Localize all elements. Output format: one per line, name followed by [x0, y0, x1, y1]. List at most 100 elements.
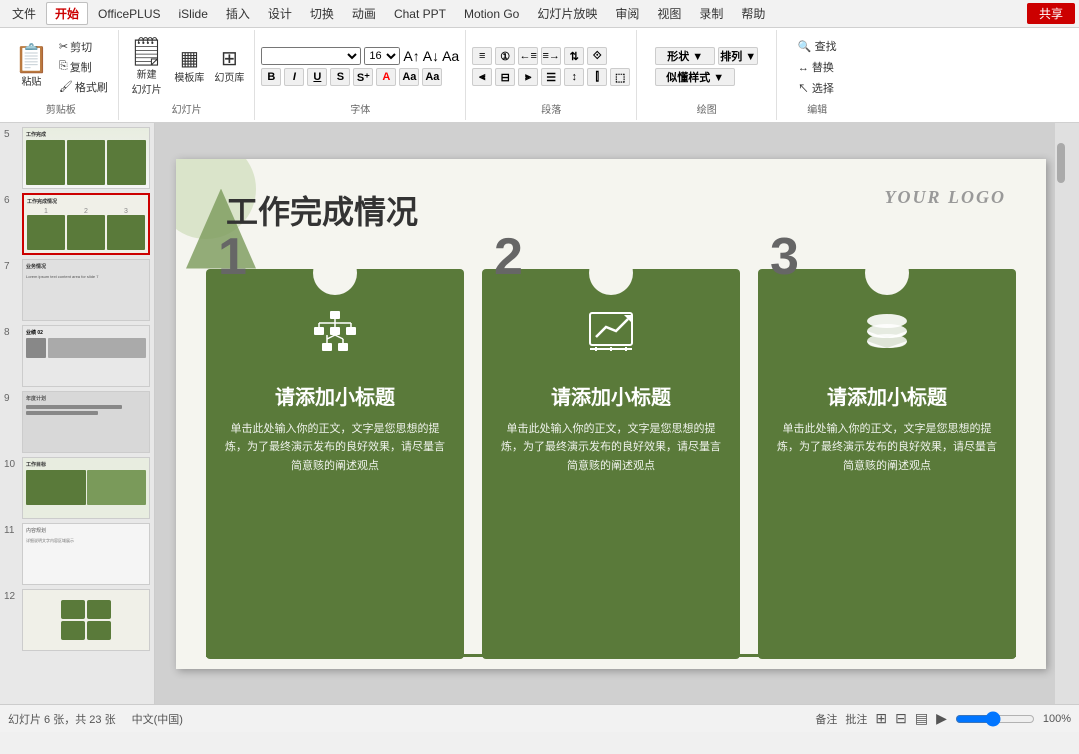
menu-motion[interactable]: Motion Go: [456, 5, 527, 23]
font-size-select[interactable]: 16: [364, 47, 400, 65]
text-box-button[interactable]: ⬚: [610, 68, 630, 86]
share-button[interactable]: 共享: [1027, 3, 1075, 24]
slide-num-5: 5: [4, 127, 18, 140]
slide-thumb-12[interactable]: 12: [4, 589, 150, 651]
menu-review[interactable]: 审阅: [607, 3, 647, 24]
col-button[interactable]: ⫿: [587, 68, 607, 86]
zoom-slider[interactable]: [955, 711, 1035, 727]
font-size2-button[interactable]: Aa: [422, 68, 442, 86]
new-slide-button[interactable]: 🗒 新建 幻灯片: [125, 36, 169, 98]
align-left-button[interactable]: ⫷: [472, 68, 492, 86]
underline-button[interactable]: U: [307, 68, 327, 86]
menu-transition[interactable]: 切换: [302, 3, 342, 24]
font-family-select[interactable]: [261, 47, 361, 65]
menu-islide[interactable]: iSlide: [171, 5, 216, 23]
font-clear-icon[interactable]: Aa: [442, 48, 459, 64]
menu-chatppt[interactable]: Chat PPT: [386, 5, 454, 23]
reading-view-icon[interactable]: ▤: [915, 710, 928, 727]
copy-button[interactable]: ⎘ 复制: [55, 58, 112, 76]
quick-styles-button[interactable]: 似懂样式 ▼: [655, 68, 735, 86]
slide-thumb-11[interactable]: 11 内容规划 详细说明文字内容区域展示: [4, 523, 150, 585]
slide-img-10[interactable]: 工作目标: [22, 457, 150, 519]
slide-thumb-10[interactable]: 10 工作目标: [4, 457, 150, 519]
card-1-text[interactable]: 单击此处输入你的正文，文字是您思想的提炼，为了最终演示发布的良好效果，请尽量言简…: [222, 420, 448, 476]
align-center-button[interactable]: ⊟: [495, 68, 515, 86]
slide-thumb-7[interactable]: 7 业务情况 Lorem ipsum text content area for…: [4, 259, 150, 321]
char-spacing-button[interactable]: Aa: [399, 68, 419, 86]
shapes-button[interactable]: 形状 ▼: [655, 47, 715, 65]
line-spacing-button[interactable]: ↕: [564, 68, 584, 86]
vertical-scrollbar[interactable]: [1055, 123, 1067, 704]
card-3-text[interactable]: 单击此处输入你的正文，文字是您思想的提炼，为了最终演示发布的良好效果，请尽量言简…: [774, 420, 1000, 476]
italic-button[interactable]: I: [284, 68, 304, 86]
find-button[interactable]: 🔍 查找: [794, 37, 841, 55]
indent-decrease-button[interactable]: ←≡: [518, 47, 538, 65]
format-painter-button[interactable]: 🖌 格式刷: [55, 78, 112, 96]
bullet-list-button[interactable]: ≡: [472, 47, 492, 65]
slide-thumb-8[interactable]: 8 业绩 02: [4, 325, 150, 387]
card-1-subtitle[interactable]: 请添加小标题: [275, 381, 395, 410]
slide-thumb-5[interactable]: 5 工作完成: [4, 127, 150, 189]
status-bar: 幻灯片 6 张，共 23 张 中文(中国) 备注 批注 ⊞ ⊟ ▤ ▶ 100%: [0, 704, 1079, 732]
normal-view-icon[interactable]: ⊞: [875, 710, 887, 727]
font-increase-icon[interactable]: A↑: [403, 48, 419, 64]
numbered-list-button[interactable]: ①: [495, 47, 515, 65]
page-template-button[interactable]: ⊞ 幻页库: [210, 47, 248, 86]
slide-img-11[interactable]: 内容规划 详细说明文字内容区域展示: [22, 523, 150, 585]
menu-animation[interactable]: 动画: [344, 3, 384, 24]
menu-view[interactable]: 视图: [649, 3, 689, 24]
card-1[interactable]: 请添加小标题 单击此处输入你的正文，文字是您思想的提炼，为了最终演示发布的良好效…: [206, 269, 464, 659]
comments-button[interactable]: 批注: [845, 711, 867, 727]
copy-icon: ⎘: [59, 60, 68, 73]
slide-img-9[interactable]: 年度计划: [22, 391, 150, 453]
slide-img-5[interactable]: 工作完成: [22, 127, 150, 189]
slide-sorter-icon[interactable]: ⊟: [895, 710, 907, 727]
slide-img-12[interactable]: [22, 589, 150, 651]
menu-design[interactable]: 设计: [260, 3, 300, 24]
ribbon-group-edit: 🔍 查找 ↔ 替换 ↖ 选择 编辑: [777, 30, 857, 120]
card-2[interactable]: 请添加小标题 单击此处输入你的正文，文字是您思想的提炼，为了最终演示发布的良好效…: [482, 269, 740, 659]
justify-button[interactable]: ☰: [541, 68, 561, 86]
slide-img-8[interactable]: 业绩 02: [22, 325, 150, 387]
card-2-subtitle[interactable]: 请添加小标题: [551, 381, 671, 410]
menu-home[interactable]: 开始: [46, 2, 88, 25]
cut-button[interactable]: ✂ 剪切: [55, 38, 112, 56]
align-right-button[interactable]: ⫸: [518, 68, 538, 86]
notes-button[interactable]: 备注: [815, 711, 837, 727]
replace-button[interactable]: ↔ 替换: [794, 58, 841, 76]
paste-button[interactable]: 📋 粘贴: [10, 43, 53, 90]
slide-img-7[interactable]: 业务情况 Lorem ipsum text content area for s…: [22, 259, 150, 321]
convert-to-smartart-button[interactable]: ⟐: [587, 47, 607, 65]
slide-panel[interactable]: 5 工作完成 6 工作完成情况: [0, 123, 155, 704]
menu-record[interactable]: 录制: [691, 3, 731, 24]
slide-thumb-9[interactable]: 9 年度计划: [4, 391, 150, 453]
select-button[interactable]: ↖ 选择: [794, 79, 841, 97]
font-color-button[interactable]: A: [376, 68, 396, 86]
template-button[interactable]: ▦ 模板库: [170, 47, 208, 86]
menu-file[interactable]: 文件: [4, 3, 44, 24]
font-decrease-icon[interactable]: A↓: [423, 48, 439, 64]
slide-canvas[interactable]: 工作完成情况 YOUR LOGO 1: [176, 159, 1046, 669]
menu-slideshow[interactable]: 幻灯片放映: [529, 3, 605, 24]
strikethrough-button[interactable]: S: [330, 68, 350, 86]
scrollbar-thumb[interactable]: [1057, 143, 1065, 183]
menu-officeplus[interactable]: OfficePLUS: [90, 5, 168, 23]
menu-insert[interactable]: 插入: [218, 3, 258, 24]
shadow-button[interactable]: S⁺: [353, 68, 373, 86]
slide-logo[interactable]: YOUR LOGO: [885, 187, 1007, 208]
slideshow-icon[interactable]: ▶: [936, 710, 947, 727]
ribbon-group-slide: 🗒 新建 幻灯片 ▦ 模板库 ⊞ 幻页库 幻灯片: [119, 30, 256, 120]
card-2-text[interactable]: 单击此处输入你的正文，文字是您思想的提炼，为了最终演示发布的良好效果，请尽量言简…: [498, 420, 724, 476]
arrange-button[interactable]: 排列 ▼: [718, 47, 758, 65]
menu-help[interactable]: 帮助: [733, 3, 773, 24]
card-3[interactable]: 请添加小标题 单击此处输入你的正文，文字是您思想的提炼，为了最终演示发布的良好效…: [758, 269, 1016, 659]
slide-img-6[interactable]: 工作完成情况 1 2 3: [22, 193, 150, 255]
slide-title[interactable]: 工作完成情况: [226, 187, 418, 233]
ribbon-group-clipboard: 📋 粘贴 ✂ 剪切 ⎘ 复制 🖌 格式刷 剪贴板: [4, 30, 119, 120]
indent-increase-button[interactable]: ≡→: [541, 47, 561, 65]
right-panel: [1067, 123, 1079, 704]
card-3-subtitle[interactable]: 请添加小标题: [827, 381, 947, 410]
slide-thumb-6[interactable]: 6 工作完成情况 1 2 3: [4, 193, 150, 255]
text-direction-button[interactable]: ⇅: [564, 47, 584, 65]
bold-button[interactable]: B: [261, 68, 281, 86]
